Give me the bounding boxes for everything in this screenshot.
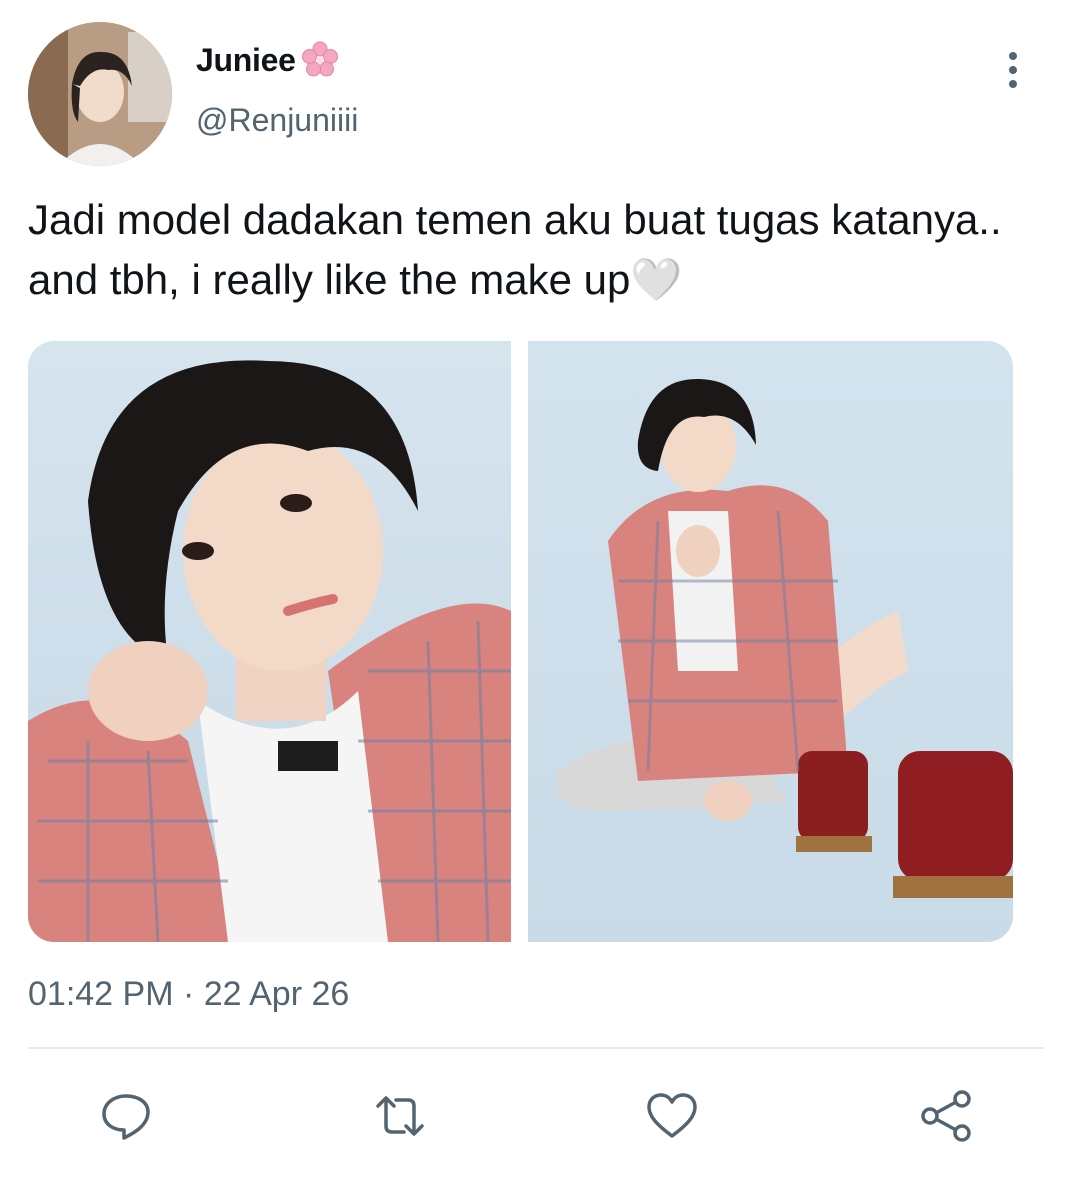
photo-closeup[interactable] bbox=[28, 341, 511, 942]
reply-icon bbox=[102, 1094, 150, 1140]
cherry-blossom-icon bbox=[301, 41, 338, 77]
tweet-text: Jadi model dadakan temen aku buat tugas … bbox=[28, 196, 1014, 303]
photo-full-body[interactable] bbox=[528, 341, 1013, 942]
reply-button[interactable] bbox=[96, 1086, 156, 1146]
tweet-timestamp[interactable]: 01:42 PM · 22 Apr 26 bbox=[28, 975, 349, 1014]
display-name[interactable]: Juniee bbox=[196, 40, 340, 80]
divider bbox=[28, 1047, 1044, 1049]
more-options-icon[interactable] bbox=[1000, 50, 1026, 90]
like-button[interactable] bbox=[642, 1086, 702, 1146]
share-button[interactable] bbox=[916, 1086, 976, 1146]
display-name-text: Juniee bbox=[196, 41, 296, 78]
retweet-button[interactable] bbox=[370, 1086, 430, 1146]
retweet-icon bbox=[376, 1096, 424, 1136]
avatar[interactable] bbox=[28, 22, 172, 166]
handle[interactable]: @Renjuniiii bbox=[196, 102, 358, 139]
like-icon bbox=[647, 1093, 697, 1138]
share-icon bbox=[921, 1090, 971, 1142]
